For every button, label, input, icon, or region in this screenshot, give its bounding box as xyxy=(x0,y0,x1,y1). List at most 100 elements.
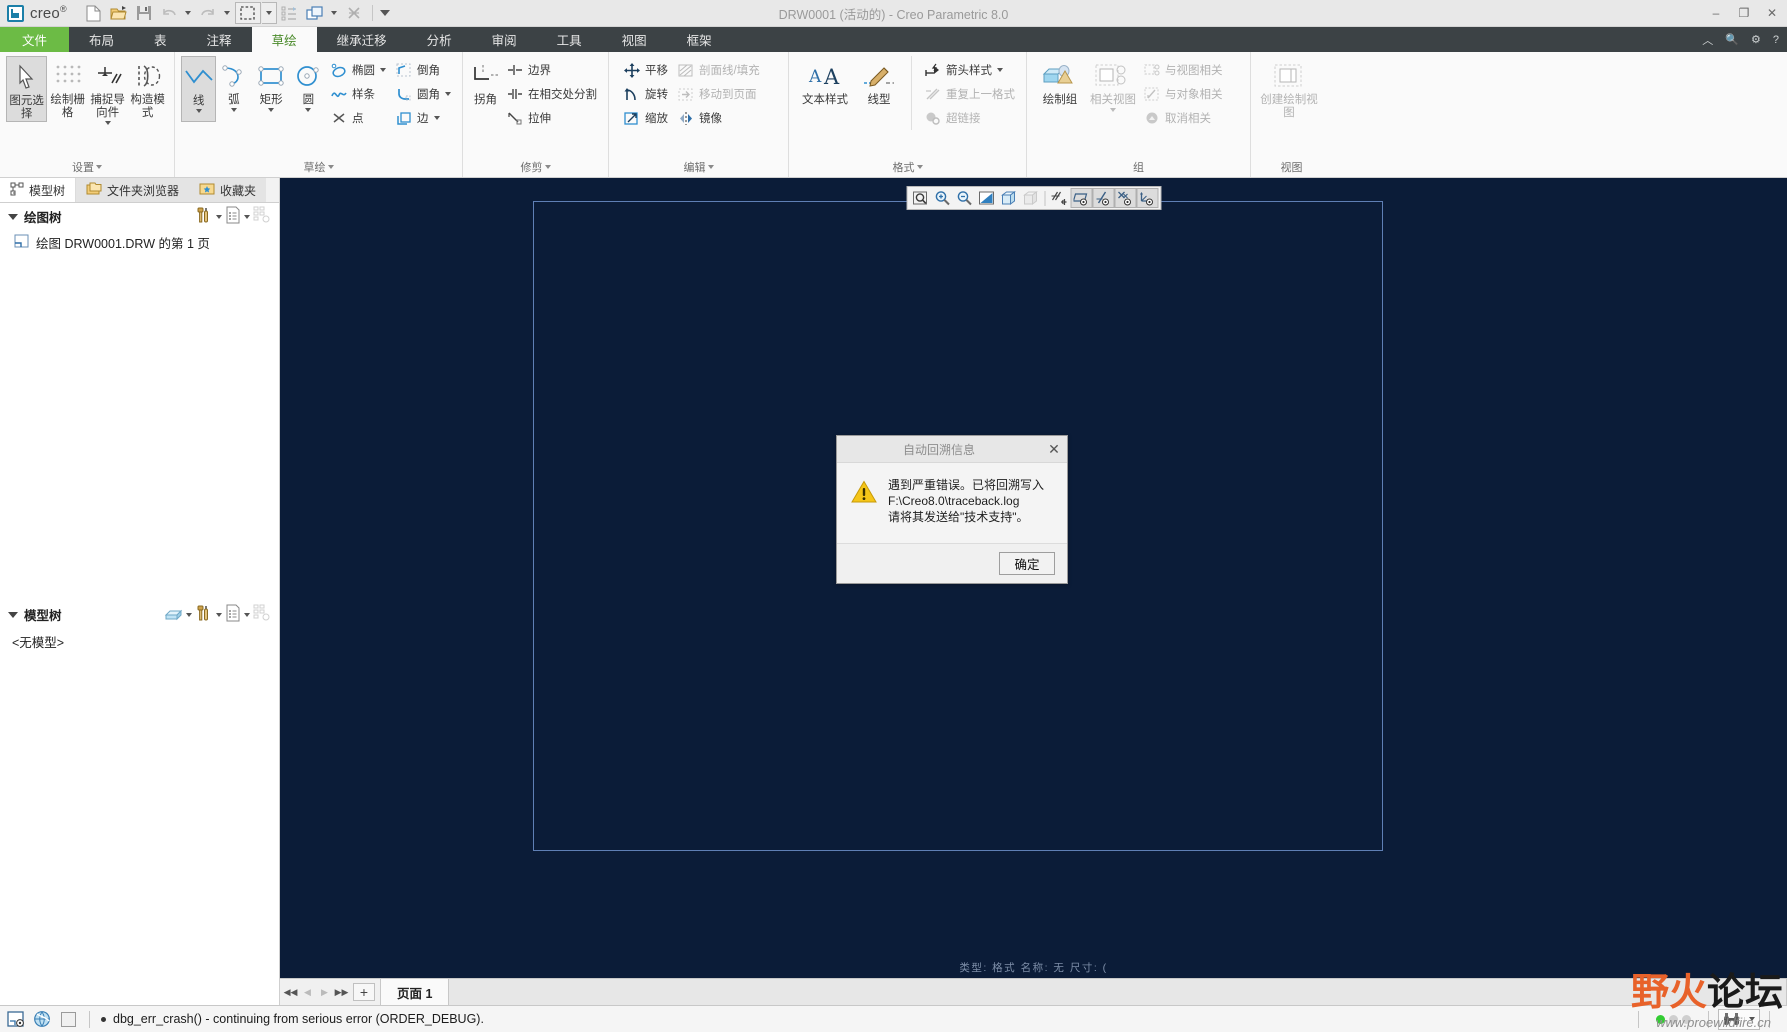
divide-at-intersection-button[interactable]: 在相交处分割 xyxy=(502,82,602,106)
boundary-button[interactable]: 边界 xyxy=(502,58,602,82)
relate-to-object-button[interactable]: 与对象相关 xyxy=(1139,82,1228,106)
undo-dropdown[interactable] xyxy=(182,2,195,24)
maximize-button[interactable]: ❐ xyxy=(1737,6,1751,20)
point-button[interactable]: 点 xyxy=(326,106,391,130)
tab-table[interactable]: 表 xyxy=(134,27,187,52)
chevron-down-icon[interactable] xyxy=(997,68,1003,72)
mirror-button[interactable]: 镜像 xyxy=(673,106,765,130)
relate-to-view-button[interactable]: 与视图相关 xyxy=(1139,58,1228,82)
line-button[interactable]: 线 xyxy=(181,56,217,122)
axis-display-icon[interactable] xyxy=(1092,188,1114,208)
tab-analysis[interactable]: 分析 xyxy=(407,27,472,52)
chevron-down-icon[interactable] xyxy=(380,68,386,72)
clear-icon[interactable] xyxy=(58,1009,78,1029)
selection-filter-icon[interactable] xyxy=(6,1009,26,1029)
search-icon[interactable]: 🔍 xyxy=(1725,33,1739,46)
dialog-launcher-icon[interactable] xyxy=(916,165,923,169)
create-draft-view-button[interactable]: 创建绘制视图 xyxy=(1257,56,1321,122)
display-style-icon[interactable] xyxy=(997,188,1019,208)
tab-sketch[interactable]: 草绘 xyxy=(251,27,317,52)
chevron-down-icon[interactable] xyxy=(216,612,222,617)
translate-button[interactable]: 平移 xyxy=(619,58,673,82)
tab-tools[interactable]: 工具 xyxy=(537,27,602,52)
sheet-tab-page-1[interactable]: 页面 1 xyxy=(381,979,450,1005)
move-to-sheet-button[interactable]: 移动到页面 xyxy=(673,82,765,106)
arc-button[interactable]: 弧 xyxy=(216,56,251,122)
select-tool-button[interactable] xyxy=(234,2,261,24)
save-file-button[interactable] xyxy=(132,2,156,24)
tab-review[interactable]: 审阅 xyxy=(472,27,537,52)
ok-button[interactable]: 确定 xyxy=(999,552,1055,576)
tab-layout[interactable]: 布局 xyxy=(69,27,134,52)
chevron-down-icon[interactable] xyxy=(445,92,451,96)
settings-hammer-icon[interactable] xyxy=(195,604,213,625)
arrow-style-button[interactable]: 箭头样式 xyxy=(920,58,1020,82)
chevron-down-icon[interactable] xyxy=(216,214,222,219)
minimize-button[interactable]: ‒ xyxy=(1709,6,1723,20)
tab-inherit-migrate[interactable]: 继承迁移 xyxy=(317,27,407,52)
element-select-button[interactable]: 图元选择 xyxy=(6,56,48,123)
chevron-down-icon[interactable] xyxy=(268,108,275,113)
qat-customize-dropdown[interactable] xyxy=(379,2,392,24)
snap-guide-button[interactable]: 捕捉导向件 xyxy=(88,56,127,126)
chevron-down-icon[interactable] xyxy=(433,116,440,120)
tab-annotate[interactable]: 注释 xyxy=(187,27,252,52)
dialog-launcher-icon[interactable] xyxy=(327,165,334,169)
plane-display-icon[interactable] xyxy=(1070,188,1092,208)
drawing-tree-item[interactable]: 绘图 DRW0001.DRW 的第 1 页 xyxy=(0,230,279,255)
chamfer-button[interactable]: 倒角 xyxy=(391,58,456,82)
shaded-style-icon[interactable] xyxy=(1019,188,1041,208)
draw-grid-button[interactable]: 绘制栅格 xyxy=(47,56,88,122)
chevron-down-icon[interactable] xyxy=(195,109,202,114)
zoom-out-icon[interactable] xyxy=(953,188,975,208)
prev-sheet-button[interactable]: ◀ xyxy=(299,980,316,1005)
open-file-button[interactable] xyxy=(107,2,131,24)
fillet-button[interactable]: 圆角 xyxy=(391,82,456,106)
last-sheet-button[interactable]: ▶▶ xyxy=(333,980,350,1005)
saved-orientations-icon[interactable] xyxy=(1048,188,1070,208)
dialog-launcher-icon[interactable] xyxy=(96,165,102,169)
circle-button[interactable]: 圆 xyxy=(291,56,326,122)
chevron-down-icon[interactable] xyxy=(230,108,237,113)
filter-tree-icon[interactable] xyxy=(253,206,271,227)
collapse-triangle-icon[interactable] xyxy=(8,213,18,220)
dialog-launcher-icon[interactable] xyxy=(544,165,551,169)
search-tool-dropdown[interactable] xyxy=(1744,1017,1759,1021)
rotate-button[interactable]: 旋转 xyxy=(619,82,673,106)
repeat-format-button[interactable]: 重复上一格式 xyxy=(920,82,1020,106)
next-sheet-button[interactable]: ▶ xyxy=(316,980,333,1005)
hyperlink-button[interactable]: 超链接 xyxy=(920,106,1020,130)
csys-display-icon[interactable] xyxy=(1136,188,1158,208)
tab-framework[interactable]: 框架 xyxy=(667,27,732,52)
help-icon[interactable]: ? xyxy=(1773,34,1779,46)
navtab-favorites[interactable]: 收藏夹 xyxy=(189,178,267,202)
first-sheet-button[interactable]: ◀◀ xyxy=(282,980,299,1005)
chevron-down-icon[interactable] xyxy=(1110,108,1116,113)
spline-button[interactable]: 样条 xyxy=(326,82,391,106)
display-list-icon[interactable] xyxy=(225,206,241,227)
stretch-button[interactable]: 拉伸 xyxy=(502,106,602,130)
corner-trim-button[interactable]: 拐角 xyxy=(469,56,502,122)
close-icon[interactable]: ✕ xyxy=(1041,441,1067,458)
collapse-triangle-icon[interactable] xyxy=(8,611,18,618)
new-file-button[interactable] xyxy=(82,2,106,24)
window-switch-button[interactable] xyxy=(303,2,327,24)
close-button[interactable]: ✕ xyxy=(1765,6,1779,20)
regenerate-button[interactable] xyxy=(278,2,302,24)
chevron-down-icon[interactable] xyxy=(186,612,192,617)
add-sheet-button[interactable]: + xyxy=(353,983,375,1001)
tab-file[interactable]: 文件 xyxy=(0,27,70,52)
settings-hammer-icon[interactable] xyxy=(195,206,213,227)
redo-button[interactable] xyxy=(196,2,220,24)
draft-group-button[interactable]: 绘制组 xyxy=(1033,56,1087,122)
display-list-icon[interactable] xyxy=(225,604,241,625)
select-tool-dropdown[interactable] xyxy=(261,2,277,24)
hatch-fill-button[interactable]: 剖面线/填充 xyxy=(673,58,765,82)
chevron-down-icon[interactable] xyxy=(244,214,250,219)
close-window-button[interactable] xyxy=(342,2,366,24)
unrelate-button[interactable]: 取消相关 xyxy=(1139,106,1228,130)
filter-tree-icon[interactable] xyxy=(253,604,271,625)
ellipse-button[interactable]: 椭圆 xyxy=(326,58,391,82)
collapse-ribbon-icon[interactable]: ︿ xyxy=(1702,32,1713,48)
gear-icon[interactable]: ⚙ xyxy=(1751,33,1761,46)
